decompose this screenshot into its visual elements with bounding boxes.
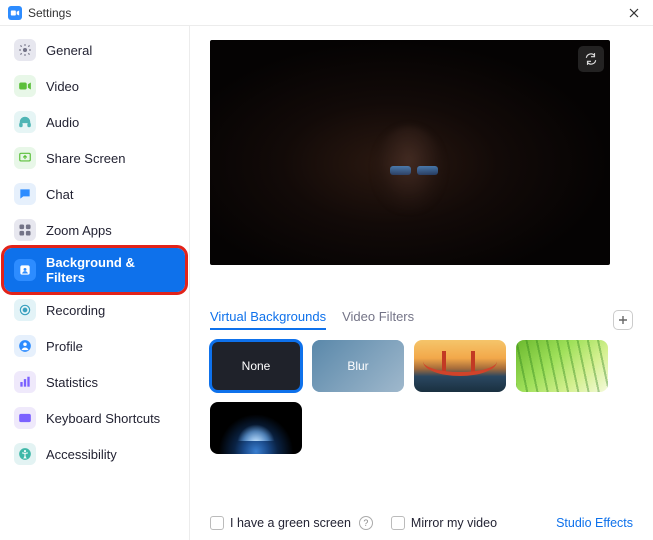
sidebar-item-label: Share Screen xyxy=(46,151,126,166)
sidebar-item-general[interactable]: General xyxy=(4,32,185,68)
sidebar-item-background-filters[interactable]: Background & Filters xyxy=(4,248,185,292)
thumb-label: Blur xyxy=(347,359,368,373)
tab-virtual-backgrounds[interactable]: Virtual Backgrounds xyxy=(210,309,326,330)
sidebar-item-audio[interactable]: Audio xyxy=(4,104,185,140)
gear-icon xyxy=(14,39,36,61)
bg-thumb-earth[interactable] xyxy=(210,402,302,454)
titlebar: Settings xyxy=(0,0,653,26)
window-title: Settings xyxy=(28,6,71,20)
sidebar-item-label: Recording xyxy=(46,303,105,318)
sidebar-item-label: Background & Filters xyxy=(46,255,175,285)
settings-sidebar: General Video Audio Share Screen xyxy=(0,26,190,540)
app-icon xyxy=(8,6,22,20)
sidebar-item-label: Profile xyxy=(46,339,83,354)
main-panel: Virtual Backgrounds Video Filters None B… xyxy=(190,26,653,540)
checkbox-label: I have a green screen xyxy=(230,516,351,530)
bg-thumb-grass[interactable] xyxy=(516,340,608,392)
background-tabs: Virtual Backgrounds Video Filters xyxy=(210,309,414,330)
sidebar-item-label: Video xyxy=(46,79,79,94)
share-screen-icon xyxy=(14,147,36,169)
close-button[interactable] xyxy=(623,2,645,24)
green-screen-checkbox[interactable]: I have a green screen ? xyxy=(210,516,373,530)
sidebar-item-share-screen[interactable]: Share Screen xyxy=(4,140,185,176)
checkbox-icon xyxy=(210,516,224,530)
mirror-video-checkbox[interactable]: Mirror my video xyxy=(391,516,497,530)
sidebar-item-chat[interactable]: Chat xyxy=(4,176,185,212)
checkbox-icon xyxy=(391,516,405,530)
sidebar-item-label: Audio xyxy=(46,115,79,130)
thumb-label: None xyxy=(242,359,271,373)
keyboard-icon xyxy=(14,407,36,429)
sidebar-item-label: Zoom Apps xyxy=(46,223,112,238)
sidebar-item-label: Accessibility xyxy=(46,447,117,462)
help-icon[interactable]: ? xyxy=(359,516,373,530)
sidebar-item-label: Chat xyxy=(46,187,73,202)
background-thumbnails: None Blur xyxy=(210,340,633,454)
rotate-camera-button[interactable] xyxy=(578,46,604,72)
bg-thumb-none[interactable]: None xyxy=(210,340,302,392)
sidebar-item-profile[interactable]: Profile xyxy=(4,328,185,364)
checkbox-label: Mirror my video xyxy=(411,516,497,530)
accessibility-icon xyxy=(14,443,36,465)
sidebar-item-label: Statistics xyxy=(46,375,98,390)
recording-icon xyxy=(14,299,36,321)
sidebar-item-keyboard-shortcuts[interactable]: Keyboard Shortcuts xyxy=(4,400,185,436)
statistics-icon xyxy=(14,371,36,393)
sidebar-item-statistics[interactable]: Statistics xyxy=(4,364,185,400)
sidebar-item-zoom-apps[interactable]: Zoom Apps xyxy=(4,212,185,248)
add-background-button[interactable] xyxy=(613,310,633,330)
tab-video-filters[interactable]: Video Filters xyxy=(342,309,414,330)
video-preview xyxy=(210,40,610,265)
apps-icon xyxy=(14,219,36,241)
sidebar-item-accessibility[interactable]: Accessibility xyxy=(4,436,185,472)
sidebar-item-recording[interactable]: Recording xyxy=(4,292,185,328)
profile-icon xyxy=(14,335,36,357)
bg-thumb-golden-gate[interactable] xyxy=(414,340,506,392)
sidebar-item-video[interactable]: Video xyxy=(4,68,185,104)
studio-effects-link[interactable]: Studio Effects xyxy=(556,516,633,530)
sidebar-item-label: Keyboard Shortcuts xyxy=(46,411,160,426)
background-icon xyxy=(14,259,36,281)
chat-icon xyxy=(14,183,36,205)
headphones-icon xyxy=(14,111,36,133)
sidebar-item-label: General xyxy=(46,43,92,58)
video-icon xyxy=(14,75,36,97)
bg-thumb-blur[interactable]: Blur xyxy=(312,340,404,392)
